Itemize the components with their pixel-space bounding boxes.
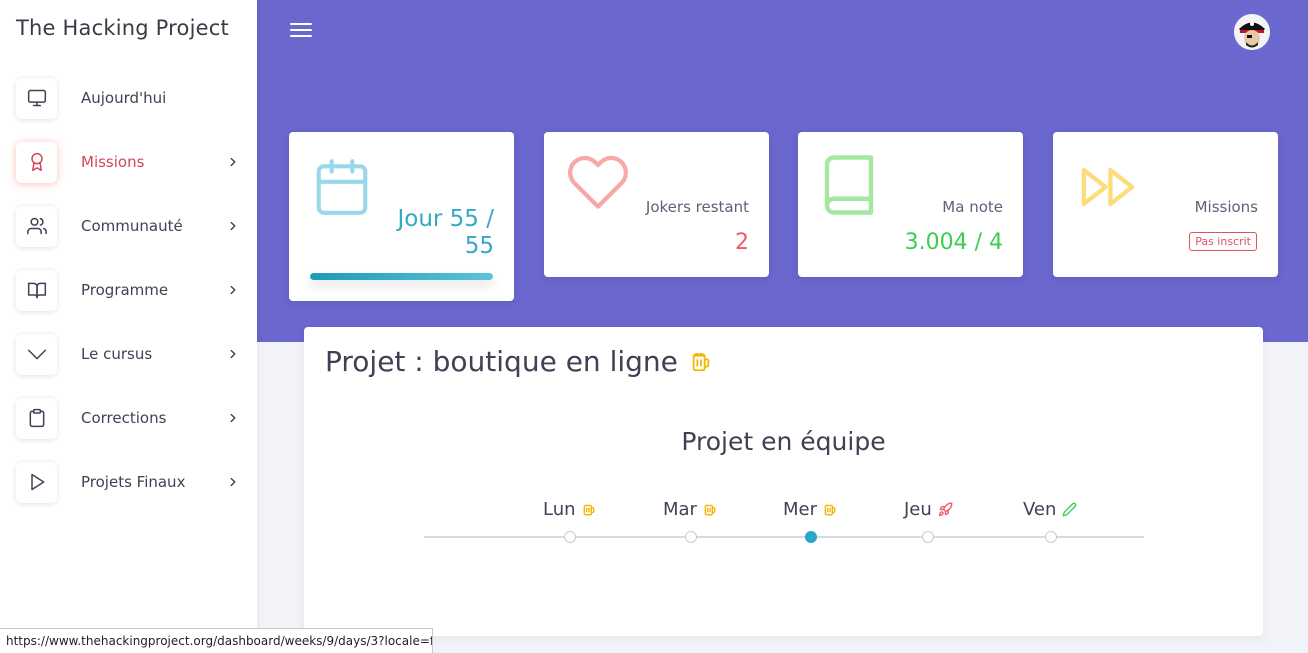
book-icon: [824, 155, 874, 215]
sidebar-item-le-cursus[interactable]: Le cursus: [16, 333, 246, 375]
project-title-text: Projet : boutique en ligne: [325, 345, 678, 378]
day-mar[interactable]: Mar: [663, 499, 717, 520]
chevron-right-icon: [230, 349, 236, 359]
day-counter: Jour 55 / 55: [397, 206, 494, 259]
rocket-icon: [938, 502, 953, 517]
pencil-icon: [1062, 502, 1077, 517]
beer-mug-icon: [692, 352, 710, 371]
page-title: Projet : boutique en ligne: [325, 345, 712, 378]
calendar-icon: [316, 159, 368, 215]
fast-forward-icon: [1081, 167, 1135, 207]
sidebar-item-label: Corrections: [81, 409, 167, 427]
hamburger-icon[interactable]: [290, 23, 312, 41]
chevron-right-icon: [230, 413, 236, 423]
day-card: Jour 55 / 55: [289, 132, 514, 301]
sidebar-item-label: Programme: [81, 281, 169, 299]
day-mer[interactable]: Mer: [783, 499, 837, 520]
jokers-title: Jokers restant: [645, 198, 749, 216]
sidebar-item-label: Missions: [81, 153, 145, 171]
sidebar-item-communaute[interactable]: Communauté: [16, 205, 246, 247]
chevron-right-icon: [230, 477, 236, 487]
day-lun[interactable]: Lun: [543, 499, 596, 520]
sidebar-item-projets-finaux[interactable]: Projets Finaux: [16, 461, 246, 503]
note-title: Ma note: [942, 198, 1003, 216]
sidebar-item-missions[interactable]: Missions: [16, 141, 246, 183]
timeline-dot-mer[interactable]: [805, 531, 817, 543]
project-panel: Projet : boutique en ligne Projet en équ…: [304, 327, 1263, 636]
day-ven[interactable]: Ven: [1023, 499, 1077, 520]
note-card: Ma note 3.004 / 4: [798, 132, 1023, 277]
day-label: Mer: [783, 499, 818, 520]
day-label: Jeu: [904, 499, 932, 520]
heart-icon: [568, 155, 628, 209]
jokers-value: 2: [735, 230, 749, 255]
beer-mug-icon: [583, 504, 594, 516]
sidebar-item-label: Communauté: [81, 217, 183, 235]
pirate-avatar-icon: [1234, 14, 1270, 50]
sidebar-item-aujourdhui[interactable]: Aujourd'hui: [16, 77, 246, 119]
beer-mug-icon: [824, 504, 836, 516]
timeline-dot-ven[interactable]: [1045, 531, 1057, 543]
brand-title[interactable]: The Hacking Project: [16, 16, 229, 40]
jokers-card: Jokers restant 2: [544, 132, 769, 277]
timeline-dot-mar[interactable]: [685, 531, 697, 543]
day-progress-fill: [310, 273, 493, 280]
missions-title: Missions: [1194, 198, 1258, 216]
sidebar-item-programme[interactable]: Programme: [16, 269, 246, 311]
day-label: Ven: [1023, 499, 1057, 520]
status-badge: Pas inscrit: [1189, 232, 1257, 251]
day-progress-bar: [310, 273, 493, 280]
sidebar-item-label: Projets Finaux: [81, 473, 186, 491]
chevron-right-icon: [230, 285, 236, 295]
sidebar-item-corrections[interactable]: Corrections: [16, 397, 246, 439]
browser-status-url: https://www.thehackingproject.org/dashbo…: [0, 628, 433, 653]
award-icon: [16, 141, 57, 183]
sidebar: The Hacking Project Aujourd'hui Missions…: [0, 0, 257, 653]
missions-card: Missions Pas inscrit: [1053, 132, 1278, 277]
chevron-right-icon: [230, 221, 236, 231]
book-open-icon: [16, 269, 57, 311]
timeline-dot-jeu[interactable]: [922, 531, 934, 543]
timeline-dot-lun[interactable]: [564, 531, 576, 543]
clipboard-icon: [16, 397, 57, 439]
play-icon: [16, 461, 57, 503]
chevron-right-icon: [230, 157, 236, 167]
avatar[interactable]: [1234, 14, 1270, 50]
day-label: Mar: [663, 499, 697, 520]
users-icon: [16, 205, 57, 247]
week-timeline: [424, 536, 1144, 538]
beer-mug-icon: [704, 504, 716, 516]
sidebar-item-label: Le cursus: [81, 345, 153, 363]
monitor-icon: [16, 77, 57, 119]
sidebar-item-label: Aujourd'hui: [81, 89, 167, 107]
chevron-down-icon: [16, 333, 57, 375]
note-value: 3.004 / 4: [904, 230, 1003, 255]
team-project-subtitle: Projet en équipe: [681, 427, 886, 456]
day-jeu[interactable]: Jeu: [904, 499, 953, 520]
day-label: Lun: [543, 499, 576, 520]
